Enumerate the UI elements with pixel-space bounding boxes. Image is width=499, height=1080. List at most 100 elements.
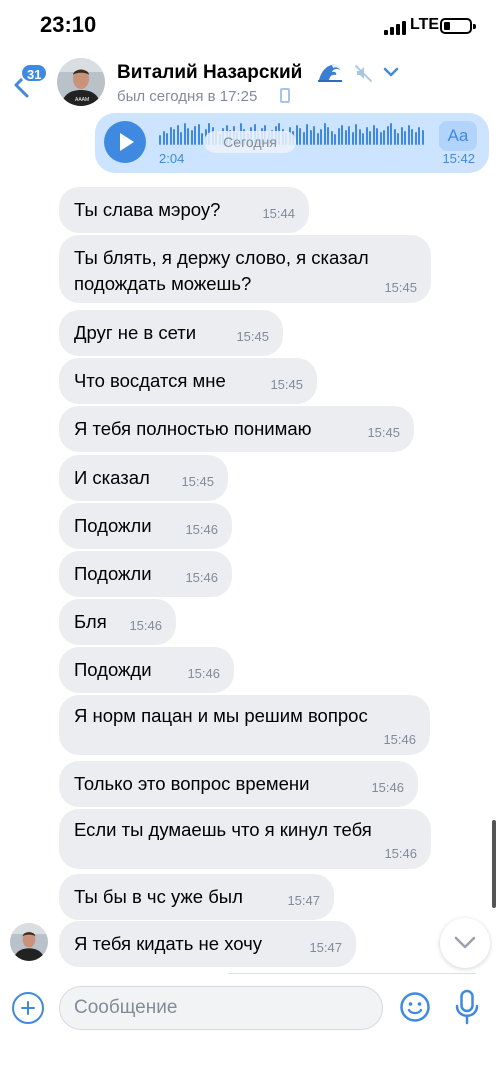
svg-text:AAAM: AAAM <box>75 97 89 103</box>
waveform-bar <box>327 127 329 145</box>
incoming-message[interactable]: Только это вопрос времени 15:46 <box>59 761 418 807</box>
mobile-device-icon <box>280 88 290 103</box>
message-text: Подожди <box>74 659 152 680</box>
waveform-bar <box>404 131 406 145</box>
play-button[interactable] <box>104 121 146 163</box>
muted-speaker-icon <box>355 65 372 82</box>
waveform-bar <box>330 131 333 145</box>
scroll-down-button[interactable] <box>440 918 490 968</box>
waveform-bar <box>316 133 319 145</box>
incoming-message[interactable]: Бля 15:46 <box>59 599 176 645</box>
waveform-bar <box>320 129 322 145</box>
message-composer <box>0 975 499 1080</box>
waveform-bar <box>306 124 308 145</box>
waveform-bar <box>348 126 350 145</box>
waveform-bar <box>309 130 312 145</box>
message-time: 15:47 <box>309 940 342 955</box>
waveform-bar <box>299 128 301 145</box>
waveform-bar <box>379 132 382 145</box>
waveform-bar <box>337 128 340 145</box>
date-separator: Сегодня <box>204 131 296 153</box>
waveform-bar <box>390 123 392 145</box>
message-time: 15:45 <box>384 280 417 295</box>
message-time: 15:46 <box>129 618 162 633</box>
incoming-message[interactable]: Если ты думаешь что я кинул тебя 15:46 <box>59 809 431 869</box>
waveform-bar <box>302 132 305 145</box>
contact-avatar[interactable]: AAAM <box>57 58 105 106</box>
signal-strength-icon <box>384 21 406 35</box>
incoming-message[interactable]: Ты слава мэроу? 15:44 <box>59 187 309 233</box>
waveform-bar <box>201 133 203 145</box>
waveform-bar <box>400 127 403 145</box>
message-time: 15:45 <box>236 329 269 344</box>
incoming-message[interactable]: Подожди 15:46 <box>59 647 234 693</box>
message-text-line-1: Ты блять, я держу слово, я сказал <box>74 247 369 268</box>
waveform-bar <box>418 127 420 145</box>
status-bar: 23:10 LTE <box>0 0 499 50</box>
message-text: Друг не в сети <box>74 322 197 343</box>
microphone-icon[interactable] <box>455 989 479 1025</box>
chat-screen: 23:10 LTE 31 AAAM Виталий Назарский был … <box>0 0 499 1080</box>
waveform-bar <box>355 124 357 145</box>
waveform-bar <box>421 130 424 145</box>
battery-icon <box>440 18 476 34</box>
waveform-bar <box>194 126 196 145</box>
message-time: 15:46 <box>384 846 417 861</box>
chat-header: 31 AAAM Виталий Назарский был сегодня в … <box>0 50 499 110</box>
waveform-bar <box>386 126 389 145</box>
message-time: 15:46 <box>187 666 220 681</box>
message-input[interactable] <box>59 986 383 1030</box>
incoming-message[interactable]: Я тебя полностью понимаю 15:45 <box>59 406 414 452</box>
waveform-bar <box>372 125 375 145</box>
waveform-bar <box>166 133 168 145</box>
contact-last-seen: был сегодня в 17:25 <box>117 88 258 105</box>
unread-count-badge[interactable]: 31 <box>20 63 49 83</box>
incoming-message[interactable]: Ты блять, я держу слово, я сказал подожд… <box>59 235 431 303</box>
waveform-bar <box>365 127 368 145</box>
sender-avatar[interactable] <box>10 923 48 961</box>
waveform-bar <box>414 132 417 145</box>
waveform-bar <box>351 132 354 145</box>
message-time: 15:45 <box>181 474 214 489</box>
incoming-message[interactable]: Я норм пацан и мы решим вопрос 15:46 <box>59 695 430 755</box>
incoming-message[interactable]: Подожли 15:46 <box>59 551 232 597</box>
waveform-bar <box>313 126 315 145</box>
message-text: Если ты думаешь что я кинул тебя <box>74 819 372 840</box>
incoming-message[interactable]: Я тебя кидать не хочу 15:47 <box>59 921 356 967</box>
waveform-bar <box>197 124 200 145</box>
message-text: Бля <box>74 611 107 632</box>
plus-circle-icon[interactable] <box>12 992 44 1024</box>
waveform-bar <box>176 125 179 145</box>
voice-duration: 2:04 <box>159 151 185 166</box>
waveform-bar <box>411 129 413 145</box>
waveform-bar <box>369 131 371 145</box>
message-time: 15:46 <box>185 522 218 537</box>
waveform-bar <box>180 132 182 145</box>
message-time: 15:46 <box>185 570 218 585</box>
incoming-message[interactable]: Подожли 15:46 <box>59 503 232 549</box>
status-time: 23:10 <box>40 12 97 37</box>
scrollbar[interactable] <box>492 820 496 908</box>
waveform-bar <box>173 129 175 145</box>
network-type: LTE <box>410 16 440 33</box>
message-text: Я норм пацан и мы решим вопрос <box>74 705 368 726</box>
incoming-message[interactable]: Что восдатся мне 15:45 <box>59 358 317 404</box>
smile-icon[interactable] <box>399 991 431 1023</box>
waveform-bar <box>159 135 161 145</box>
incoming-message[interactable]: Ты бы в чс уже был 15:47 <box>59 874 334 920</box>
chevron-down-icon[interactable] <box>383 66 399 78</box>
transcribe-button[interactable]: Aa <box>439 121 477 151</box>
message-time: 15:45 <box>270 377 303 392</box>
incoming-message[interactable]: И сказал 15:45 <box>59 455 228 501</box>
incoming-message[interactable]: Друг не в сети 15:45 <box>59 310 283 356</box>
waveform-bar <box>334 134 336 145</box>
waveform-bar <box>362 133 364 145</box>
waveform-bar <box>183 123 186 145</box>
waveform-bar <box>187 128 189 145</box>
message-text: Подожли <box>74 515 152 536</box>
waveform-bar <box>407 125 410 145</box>
contact-name[interactable]: Виталий Назарский <box>117 62 302 84</box>
message-time: 15:44 <box>262 206 295 221</box>
waveform-bar <box>344 130 347 145</box>
message-text: Ты слава мэроу? <box>74 199 221 220</box>
